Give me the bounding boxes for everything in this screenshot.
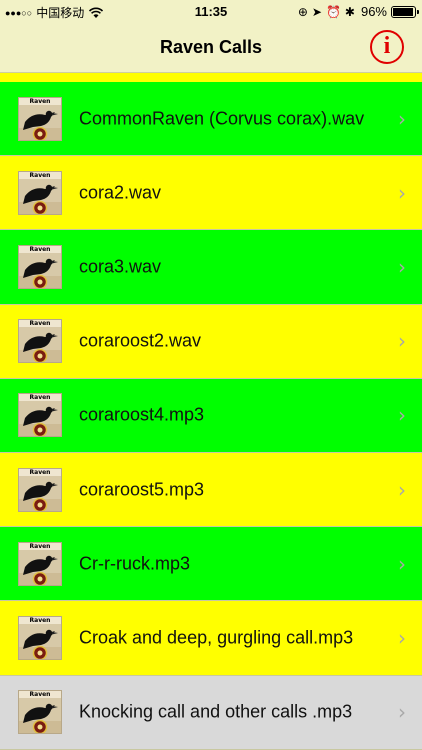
battery-icon <box>391 5 419 18</box>
call-list: Raven CommonRaven (Corvus corax).wav › Rave… <box>0 82 422 750</box>
raven-thumbnail: Raven <box>18 96 62 141</box>
info-button[interactable]: i <box>370 30 404 64</box>
chevron-right-icon: › <box>398 625 406 650</box>
list-item[interactable]: Raven coraroost5.mp3 › <box>0 452 422 528</box>
list-item[interactable]: Raven cora2.wav › <box>0 156 422 231</box>
list-item-label: coraroost2.wav <box>79 330 202 351</box>
chevron-right-icon: › <box>398 551 406 576</box>
chevron-right-icon: › <box>398 329 406 354</box>
chevron-right-icon: › <box>398 106 406 131</box>
list-item-label: coraroost4.mp3 <box>79 404 205 425</box>
chevron-right-icon: › <box>398 700 406 725</box>
location-icon: ➤ <box>311 4 322 19</box>
status-bar: ●●●○○ 中国移动 11:35 ⊕ ➤ ⏰ ✱ 96% <box>0 0 422 24</box>
chevron-right-icon: › <box>398 477 406 502</box>
chevron-right-icon: › <box>398 403 406 428</box>
raven-thumbnail: Raven <box>18 467 62 512</box>
raven-thumbnail: Raven <box>18 690 62 735</box>
list-item-label: CommonRaven (Corvus corax).wav <box>79 108 365 129</box>
thumbnail-caption: Raven <box>19 320 61 328</box>
battery-fill <box>393 7 413 16</box>
list-item-label: cora3.wav <box>79 256 162 277</box>
raven-thumbnail: Raven <box>18 170 62 215</box>
thumbnail-caption: Raven <box>19 542 61 550</box>
list-item[interactable]: Raven cora3.wav › <box>0 230 422 305</box>
thumbnail-caption: Raven <box>19 691 61 699</box>
alarm-icon: ⏰ <box>325 4 341 19</box>
list-item[interactable]: Raven coraroost4.mp3 › <box>0 378 422 453</box>
battery-percentage: 96% <box>360 4 387 19</box>
list-item-label: Knocking call and other calls .mp3 <box>79 701 353 722</box>
chevron-right-icon: › <box>398 180 406 205</box>
list-item-label: Croak and deep, gurgling call.mp3 <box>79 627 354 648</box>
raven-thumbnail: Raven <box>18 244 62 289</box>
raven-thumbnail: Raven <box>18 615 62 660</box>
thumbnail-caption: Raven <box>19 468 61 476</box>
chevron-right-icon: › <box>398 254 406 279</box>
list-item[interactable]: Raven Cr-r-ruck.mp3 › <box>0 527 422 602</box>
status-right: ⊕ ➤ ⏰ ✱ 96% <box>297 4 419 19</box>
list-item[interactable]: Raven CommonRaven (Corvus corax).wav › <box>0 82 422 157</box>
raven-thumbnail: Raven <box>18 393 62 438</box>
header-spacer <box>0 72 422 82</box>
info-icon: i <box>383 33 391 59</box>
list-item-label: Cr-r-ruck.mp3 <box>79 553 190 574</box>
list-item[interactable]: Raven coraroost2.wav › <box>0 304 422 379</box>
list-item-label: coraroost5.mp3 <box>79 479 205 500</box>
bluetooth-icon: ✱ <box>344 4 355 19</box>
thumbnail-caption: Raven <box>19 394 61 402</box>
thumbnail-caption: Raven <box>19 97 61 105</box>
raven-thumbnail: Raven <box>18 541 62 586</box>
orientation-lock-icon: ⊕ <box>297 4 308 19</box>
thumbnail-caption: Raven <box>19 245 61 253</box>
navigation-bar: Raven Calls i <box>0 24 422 72</box>
list-item[interactable]: Raven Knocking call and other calls .mp3 › <box>0 675 422 750</box>
list-item-label: cora2.wav <box>79 182 162 203</box>
thumbnail-caption: Raven <box>19 616 61 624</box>
raven-thumbnail: Raven <box>18 319 62 364</box>
page-title: Raven Calls <box>159 37 263 57</box>
list-item[interactable]: Raven Croak and deep, gurgling call.mp3 › <box>0 601 422 676</box>
thumbnail-caption: Raven <box>19 171 61 179</box>
